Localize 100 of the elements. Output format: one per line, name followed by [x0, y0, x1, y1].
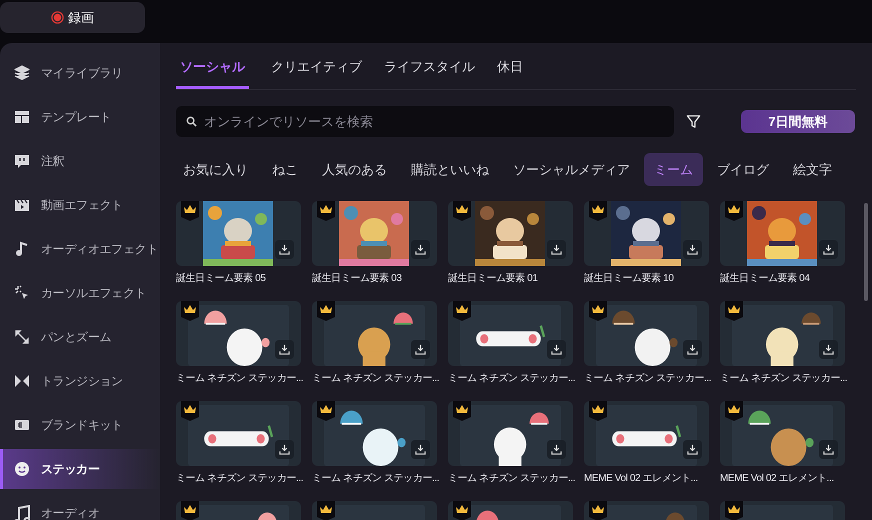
item-title: MEME Vol 02 エレメント... — [584, 472, 698, 486]
sidebar-item[interactable]: 動画エフェクト — [0, 185, 160, 225]
download-button[interactable] — [411, 340, 430, 359]
category-chip[interactable]: 絵文字 — [783, 153, 842, 186]
tab[interactable]: ソーシャル — [176, 43, 249, 89]
download-icon — [279, 444, 290, 455]
category-chip[interactable]: 購読といいね — [401, 153, 499, 186]
category-chip[interactable]: ミーム — [644, 153, 703, 186]
download-icon — [687, 444, 698, 455]
category-chip[interactable]: ソーシャルメディア — [503, 153, 640, 186]
download-button[interactable] — [683, 440, 702, 459]
sticker-card[interactable] — [312, 201, 437, 266]
diagonal-arrow-icon — [14, 329, 30, 345]
item-title: 誕生日ミーム要素 03 — [312, 272, 402, 286]
sticker-card[interactable] — [448, 301, 573, 366]
sidebar-item[interactable]: パンとズーム — [0, 317, 160, 357]
sidebar-item[interactable]: テンプレート — [0, 97, 160, 137]
download-button[interactable] — [411, 440, 430, 459]
scrollbar[interactable] — [864, 203, 868, 301]
category-chip[interactable]: ブイログ — [707, 153, 779, 186]
search-icon — [186, 116, 197, 127]
item-title: ミーム ネチズン ステッカー... — [448, 372, 576, 386]
download-button[interactable] — [819, 240, 838, 259]
item-title: ミーム ネチズン ステッカー... — [176, 372, 304, 386]
download-icon — [279, 344, 290, 355]
sticker-card[interactable] — [584, 401, 709, 466]
download-icon — [415, 344, 426, 355]
sticker-card[interactable] — [720, 301, 845, 366]
sticker-card[interactable] — [448, 401, 573, 466]
category-chip[interactable]: 人気のある — [312, 153, 397, 186]
smiley-icon — [14, 461, 30, 477]
download-button[interactable] — [683, 240, 702, 259]
download-button[interactable] — [819, 340, 838, 359]
item-title: 誕生日ミーム要素 01 — [448, 272, 538, 286]
download-icon — [551, 444, 562, 455]
record-button[interactable]: 録画 — [0, 2, 145, 33]
category-chip[interactable]: お気に入り — [173, 153, 258, 186]
item-title: ミーム ネチズン ステッカー... — [448, 472, 576, 486]
sticker-card[interactable] — [176, 401, 301, 466]
filter-icon[interactable] — [686, 114, 701, 129]
clapperboard-icon — [14, 197, 30, 213]
item-title: 誕生日ミーム要素 10 — [584, 272, 674, 286]
free-trial-button[interactable]: 7日間無料 — [741, 110, 855, 133]
download-icon — [823, 344, 834, 355]
sticker-card[interactable] — [176, 301, 301, 366]
download-icon — [415, 444, 426, 455]
download-icon — [687, 344, 698, 355]
download-button[interactable] — [275, 340, 294, 359]
sticker-card[interactable] — [448, 201, 573, 266]
item-title: ミーム ネチズン ステッカー... — [312, 372, 440, 386]
layers-icon — [14, 65, 30, 81]
tab[interactable]: クリエイティブ — [271, 43, 362, 89]
sidebar-item[interactable]: ブランドキット — [0, 405, 160, 445]
download-button[interactable] — [819, 440, 838, 459]
bowtie-icon — [14, 373, 30, 389]
sidebar-item[interactable]: トランジション — [0, 361, 160, 401]
sidebar-item[interactable]: オーディオエフェクト — [0, 229, 160, 269]
speech-bubble-icon — [14, 153, 30, 169]
category-chip[interactable]: ねこ — [262, 153, 308, 186]
sticker-card[interactable] — [720, 401, 845, 466]
download-icon — [551, 244, 562, 255]
item-title: 誕生日ミーム要素 04 — [720, 272, 810, 286]
download-button[interactable] — [683, 340, 702, 359]
download-icon — [551, 344, 562, 355]
sidebar-item[interactable]: オーディオ — [0, 493, 160, 520]
item-title: 誕生日ミーム要素 05 — [176, 272, 266, 286]
download-button[interactable] — [411, 240, 430, 259]
tab[interactable]: 休日 — [497, 43, 523, 89]
sidebar-item[interactable]: 注釈 — [0, 141, 160, 181]
sticker-card[interactable] — [176, 201, 301, 266]
download-button[interactable] — [547, 240, 566, 259]
sticker-card[interactable] — [312, 301, 437, 366]
record-icon — [51, 11, 64, 24]
music-note-icon — [14, 505, 30, 520]
download-icon — [823, 244, 834, 255]
download-button[interactable] — [275, 240, 294, 259]
music-note-icon — [14, 241, 30, 257]
ticket-icon — [14, 417, 30, 433]
item-title: ミーム ネチズン ステッカー... — [720, 372, 848, 386]
download-icon — [687, 244, 698, 255]
download-button[interactable] — [275, 440, 294, 459]
sidebar-item[interactable]: マイライブラリ — [0, 53, 160, 93]
cursor-icon — [14, 285, 30, 301]
item-title: ミーム ネチズン ステッカー... — [176, 472, 304, 486]
download-button[interactable] — [547, 340, 566, 359]
sticker-card[interactable] — [584, 201, 709, 266]
item-title: ミーム ネチズン ステッカー... — [312, 472, 440, 486]
item-title: ミーム ネチズン ステッカー... — [584, 372, 712, 386]
sticker-card[interactable] — [720, 201, 845, 266]
download-icon — [279, 244, 290, 255]
search-field[interactable]: オンラインでリソースを検索 — [176, 106, 674, 137]
download-icon — [415, 244, 426, 255]
tab[interactable]: ライフスタイル — [384, 43, 475, 89]
layout-icon — [14, 109, 30, 125]
sticker-card[interactable] — [312, 401, 437, 466]
item-title: MEME Vol 02 エレメント... — [720, 472, 834, 486]
download-icon — [823, 444, 834, 455]
download-button[interactable] — [547, 440, 566, 459]
sticker-card[interactable] — [584, 301, 709, 366]
sidebar-item[interactable]: カーソルエフェクト — [0, 273, 160, 313]
